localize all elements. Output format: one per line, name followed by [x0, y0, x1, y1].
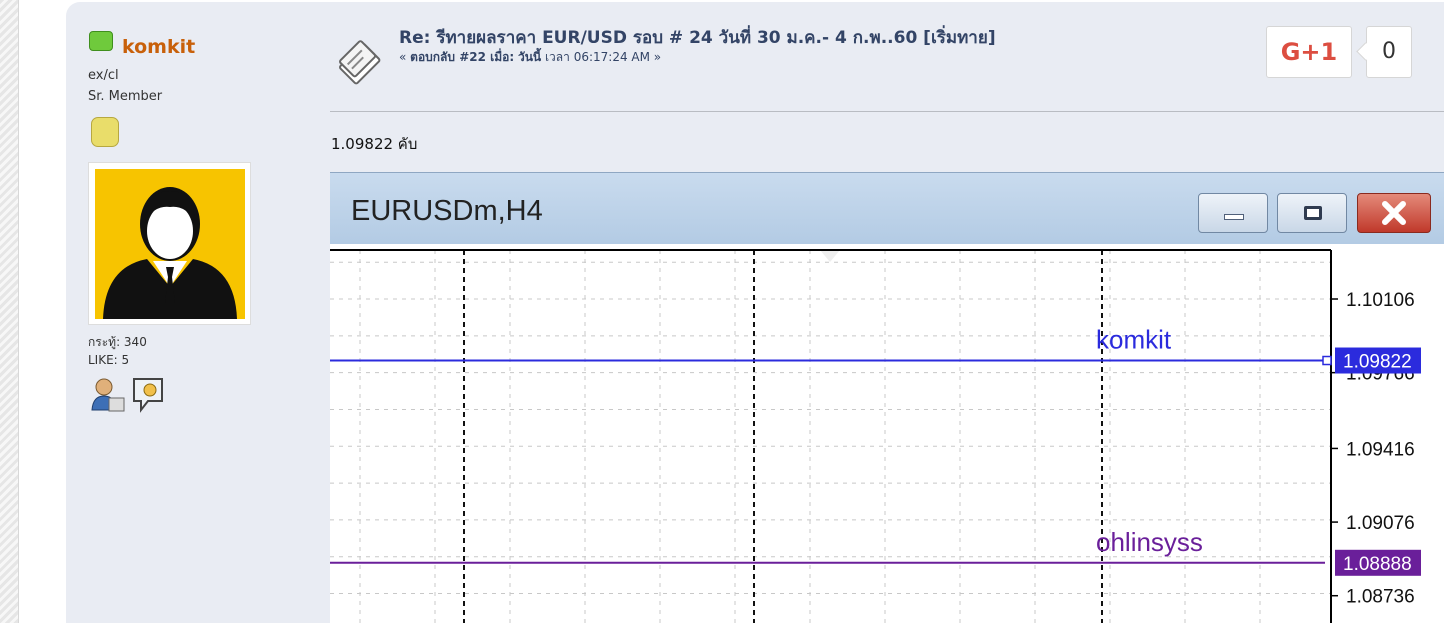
- chart-window-titlebar[interactable]: EURUSDm,H4: [330, 172, 1444, 244]
- close-icon: [1382, 201, 1406, 225]
- rank-star-icon: [91, 117, 119, 147]
- y-tick-label: 1.08736: [1346, 587, 1415, 608]
- poster-username[interactable]: komkit: [122, 36, 195, 58]
- post-reply-info: « ตอบกลับ #22 เมื่อ: วันนี้ เวลา 06:17:2…: [399, 48, 661, 67]
- poster-rank: Sr. Member: [88, 89, 163, 104]
- google-plus-button[interactable]: G+1: [1266, 26, 1352, 78]
- y-tick-label: 1.09416: [1346, 439, 1415, 460]
- poster-like-count: LIKE: 5: [88, 353, 130, 367]
- profile-icon[interactable]: [90, 376, 126, 418]
- horizontal-line-label-komkit: komkit: [1096, 325, 1172, 355]
- reply-day: วันนี้: [517, 50, 542, 64]
- avatar: [88, 162, 251, 325]
- avatar-image: [95, 169, 245, 319]
- y-tick-label: 1.10106: [1346, 290, 1415, 311]
- reply-time: เวลา 06:17:24 AM »: [544, 50, 662, 64]
- minimize-button[interactable]: [1198, 193, 1268, 233]
- y-tick-label: 1.09076: [1346, 513, 1415, 534]
- header-divider: [330, 111, 1444, 112]
- message-icon[interactable]: [131, 376, 167, 418]
- post-body: 1.09822 คับ: [331, 135, 418, 153]
- poster-custom-title: ex/cl: [88, 68, 119, 83]
- price-chart: 1.101061.097661.094161.090761.08736 komk…: [330, 244, 1444, 623]
- chart-window-title: EURUSDm,H4: [351, 195, 543, 227]
- maximize-icon: [1304, 206, 1322, 220]
- line-handle-icon: [1322, 355, 1332, 366]
- chart-window: EURUSDm,H4 1.10106 1.09766 1.09416 1.09076 1…: [330, 172, 1444, 623]
- online-status-icon: [89, 31, 113, 51]
- post-title[interactable]: Re: รีทายผลราคา EUR/USD รอบ # 24 วันที่ …: [399, 24, 996, 51]
- google-plus-count: 0: [1366, 26, 1412, 78]
- close-button[interactable]: [1357, 193, 1431, 233]
- topic-icon: [334, 38, 384, 92]
- reply-prefix: «: [399, 50, 411, 64]
- price-tag-label-ohlinsyss: 1.08888: [1343, 554, 1412, 575]
- price-tag-label-komkit: 1.09822: [1343, 352, 1412, 373]
- reply-label[interactable]: ตอบกลับ #22 เมื่อ:: [410, 50, 514, 64]
- horizontal-line-label-ohlinsyss: ohlinsyss: [1096, 527, 1203, 557]
- google-plus-label: G+1: [1280, 38, 1338, 66]
- poster-post-count: กระทู้: 340: [88, 335, 147, 349]
- page-side-strip: [0, 0, 19, 623]
- minimize-icon: [1224, 214, 1244, 220]
- maximize-button[interactable]: [1277, 193, 1347, 233]
